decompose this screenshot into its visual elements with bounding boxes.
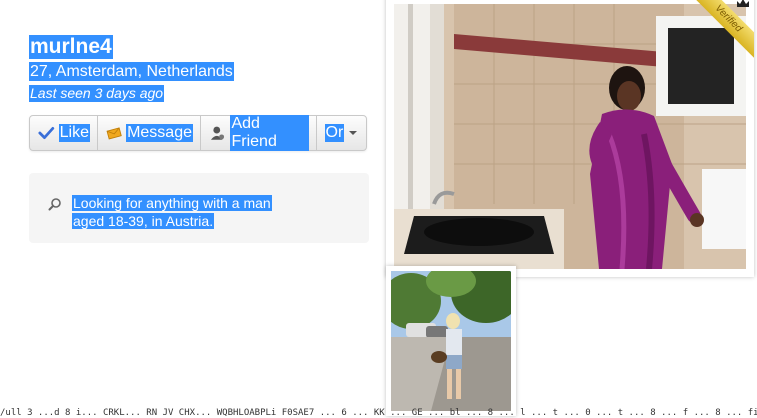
add-friend-button[interactable]: Add Friend bbox=[201, 115, 317, 151]
like-button[interactable]: Like bbox=[30, 116, 98, 150]
more-options-button[interactable]: Or bbox=[317, 116, 366, 150]
looking-for-text: Looking for anything with a man aged 18-… bbox=[72, 194, 302, 230]
main-profile-photo[interactable]: Verified bbox=[386, 0, 754, 277]
thumbnail-photo-image bbox=[391, 271, 511, 411]
verified-badge-label: Verified bbox=[692, 0, 754, 58]
crown-icon bbox=[737, 0, 749, 7]
verified-badge: Verified bbox=[692, 0, 754, 58]
status-url-strip: /ull 3 ...d 8 i... CRKL... RN JV CHX... … bbox=[0, 408, 757, 418]
profile-last-seen: Last seen 3 days ago bbox=[29, 85, 165, 102]
person-icon bbox=[210, 126, 225, 140]
looking-for-line-1: Looking for anything with a man bbox=[72, 195, 272, 211]
add-friend-button-label: Add Friend bbox=[230, 115, 309, 151]
like-button-label: Like bbox=[58, 124, 90, 142]
message-button[interactable]: Message bbox=[98, 116, 201, 150]
profile-location: 27, Amsterdam, Netherlands bbox=[29, 62, 234, 81]
profile-username: murlne4 bbox=[29, 35, 113, 59]
more-options-label: Or bbox=[324, 124, 345, 142]
chevron-down-icon bbox=[349, 131, 358, 135]
looking-for-box: Looking for anything with a man aged 18-… bbox=[29, 173, 369, 243]
check-icon bbox=[38, 126, 55, 140]
message-button-label: Message bbox=[126, 124, 193, 142]
looking-for-line-2: aged 18-39, in Austria. bbox=[72, 213, 215, 229]
magnifier-icon bbox=[48, 198, 61, 211]
envelope-icon bbox=[106, 127, 122, 140]
profile-info: murlne4 27, Amsterdam, Netherlands Last … bbox=[29, 35, 369, 103]
thumbnail-photo[interactable] bbox=[386, 266, 516, 416]
profile-action-bar: Like Message Add Friend Or bbox=[29, 115, 367, 151]
